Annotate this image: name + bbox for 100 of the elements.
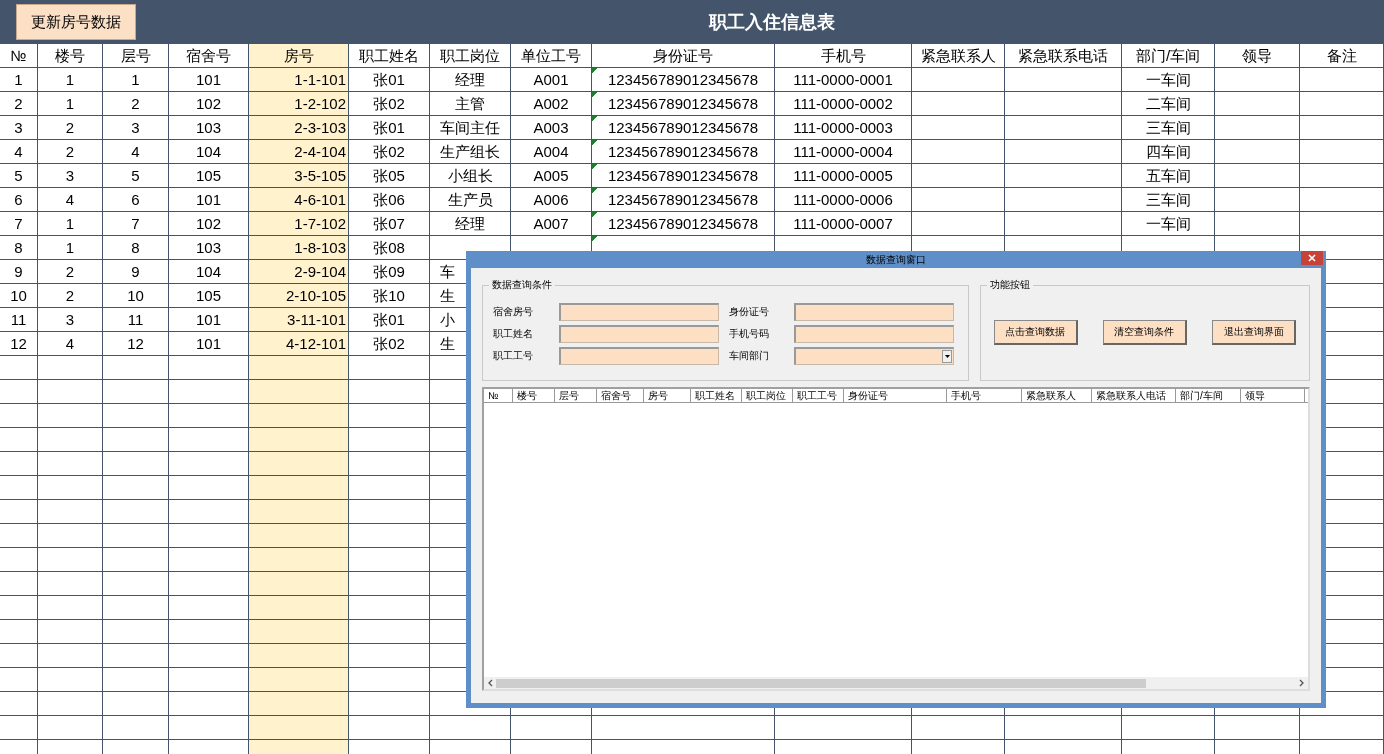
table-cell bbox=[0, 620, 38, 644]
table-cell: 生产组长 bbox=[430, 140, 511, 164]
dropdown-field[interactable] bbox=[794, 347, 954, 365]
table-cell: 四车间 bbox=[1122, 140, 1215, 164]
action-button[interactable]: 点击查询数据 bbox=[993, 320, 1078, 345]
table-cell: 2 bbox=[0, 92, 38, 116]
table-cell: 4 bbox=[103, 140, 169, 164]
table-cell: 2 bbox=[38, 140, 103, 164]
input-field[interactable] bbox=[558, 303, 719, 321]
input-field[interactable] bbox=[558, 347, 719, 365]
list-column-header[interactable]: 职工岗位 bbox=[742, 389, 793, 402]
horizontal-scrollbar[interactable] bbox=[484, 677, 1308, 689]
list-column-header[interactable]: 身份证号 bbox=[844, 389, 947, 402]
list-column-header[interactable]: 部门/车间 bbox=[1176, 389, 1241, 402]
table-cell: 111-0000-0005 bbox=[775, 164, 912, 188]
column-header: 紧急联系电话 bbox=[1005, 44, 1122, 68]
list-column-header[interactable]: 层号 bbox=[555, 389, 597, 402]
table-cell bbox=[38, 476, 103, 500]
table-cell bbox=[38, 548, 103, 572]
action-button[interactable]: 清空查询条件 bbox=[1103, 320, 1187, 345]
table-cell bbox=[38, 524, 103, 548]
table-cell bbox=[38, 716, 103, 740]
table-cell: 111-0000-0001 bbox=[775, 68, 912, 92]
table-cell bbox=[38, 452, 103, 476]
table-cell bbox=[0, 524, 38, 548]
list-column-header[interactable]: 紧急联系人电话 bbox=[1092, 389, 1176, 402]
table-cell: 主管 bbox=[430, 92, 511, 116]
scroll-left-icon[interactable] bbox=[487, 679, 493, 687]
list-column-header[interactable]: 手机号 bbox=[947, 389, 1022, 402]
table-cell bbox=[38, 668, 103, 692]
table-cell bbox=[103, 596, 169, 620]
list-column-header[interactable]: 职工工号 bbox=[793, 389, 844, 402]
table-cell: 张01 bbox=[349, 116, 430, 140]
scroll-right-icon[interactable] bbox=[1299, 679, 1305, 687]
table-cell: 9 bbox=[103, 260, 169, 284]
column-header: 层号 bbox=[103, 44, 169, 68]
table-cell: 2-9-104 bbox=[249, 260, 349, 284]
table-cell: A004 bbox=[511, 140, 592, 164]
table-cell: 111-0000-0003 bbox=[775, 116, 912, 140]
column-header: 房号 bbox=[249, 44, 349, 68]
table-cell: 2-10-105 bbox=[249, 284, 349, 308]
update-button[interactable]: 更新房号数据 bbox=[16, 4, 136, 40]
field-label: 车间部门 bbox=[728, 349, 769, 363]
field-label: 手机号码 bbox=[728, 327, 769, 341]
table-cell: 1 bbox=[38, 236, 103, 260]
table-cell: 张02 bbox=[349, 332, 430, 356]
table-cell: 小组长 bbox=[430, 164, 511, 188]
table-cell bbox=[103, 644, 169, 668]
table-cell: 五车间 bbox=[1122, 164, 1215, 188]
column-header: 身份证号 bbox=[592, 44, 775, 68]
close-button[interactable] bbox=[1301, 251, 1323, 265]
table-cell: 三车间 bbox=[1122, 116, 1215, 140]
column-header: 领导 bbox=[1215, 44, 1300, 68]
table-cell: 5 bbox=[0, 164, 38, 188]
table-cell: 张02 bbox=[349, 140, 430, 164]
table-cell: 3 bbox=[0, 116, 38, 140]
table-cell: 2 bbox=[103, 92, 169, 116]
table-cell: 12 bbox=[103, 332, 169, 356]
table-cell bbox=[0, 404, 38, 428]
action-button[interactable]: 退出查询界面 bbox=[1212, 320, 1297, 345]
table-cell: 车间主任 bbox=[430, 116, 511, 140]
table-cell bbox=[38, 500, 103, 524]
dialog-title: 数据查询窗口 bbox=[866, 252, 926, 267]
table-cell bbox=[0, 596, 38, 620]
list-column-header[interactable]: № bbox=[484, 389, 513, 402]
table-cell bbox=[103, 380, 169, 404]
table-cell: 经理 bbox=[430, 212, 511, 236]
column-header: 职工岗位 bbox=[430, 44, 511, 68]
table-cell: 123456789012345678 bbox=[592, 68, 775, 92]
list-column-header[interactable]: 职工姓名 bbox=[691, 389, 742, 402]
input-field[interactable] bbox=[558, 325, 719, 343]
table-cell: 123456789012345678 bbox=[592, 212, 775, 236]
table-cell: 111-0000-0002 bbox=[775, 92, 912, 116]
table-cell bbox=[38, 356, 103, 380]
table-cell bbox=[0, 716, 38, 740]
table-cell bbox=[38, 644, 103, 668]
column-header: 备注 bbox=[1300, 44, 1384, 68]
table-cell: 张07 bbox=[349, 212, 430, 236]
table-cell: 二车间 bbox=[1122, 92, 1215, 116]
table-cell bbox=[38, 428, 103, 452]
table-cell: 8 bbox=[0, 236, 38, 260]
input-field[interactable] bbox=[794, 303, 954, 321]
list-column-header[interactable]: 领导 bbox=[1241, 389, 1305, 402]
list-column-header[interactable]: 紧急联系人 bbox=[1022, 389, 1092, 402]
table-cell: 7 bbox=[103, 212, 169, 236]
table-cell: 张01 bbox=[349, 308, 430, 332]
table-cell: 1-1-101 bbox=[249, 68, 349, 92]
list-column-header[interactable]: 房号 bbox=[644, 389, 691, 402]
table-cell: 10 bbox=[0, 284, 38, 308]
scroll-thumb[interactable] bbox=[496, 678, 1146, 688]
list-column-header[interactable]: 宿舍号 bbox=[597, 389, 644, 402]
column-header: 楼号 bbox=[38, 44, 103, 68]
table-cell: A005 bbox=[511, 164, 592, 188]
close-icon bbox=[1308, 254, 1316, 262]
table-cell: 6 bbox=[103, 188, 169, 212]
table-cell bbox=[0, 428, 38, 452]
table-cell bbox=[38, 404, 103, 428]
input-field[interactable] bbox=[794, 325, 954, 343]
table-cell: 4 bbox=[0, 140, 38, 164]
list-column-header[interactable]: 楼号 bbox=[513, 389, 555, 402]
